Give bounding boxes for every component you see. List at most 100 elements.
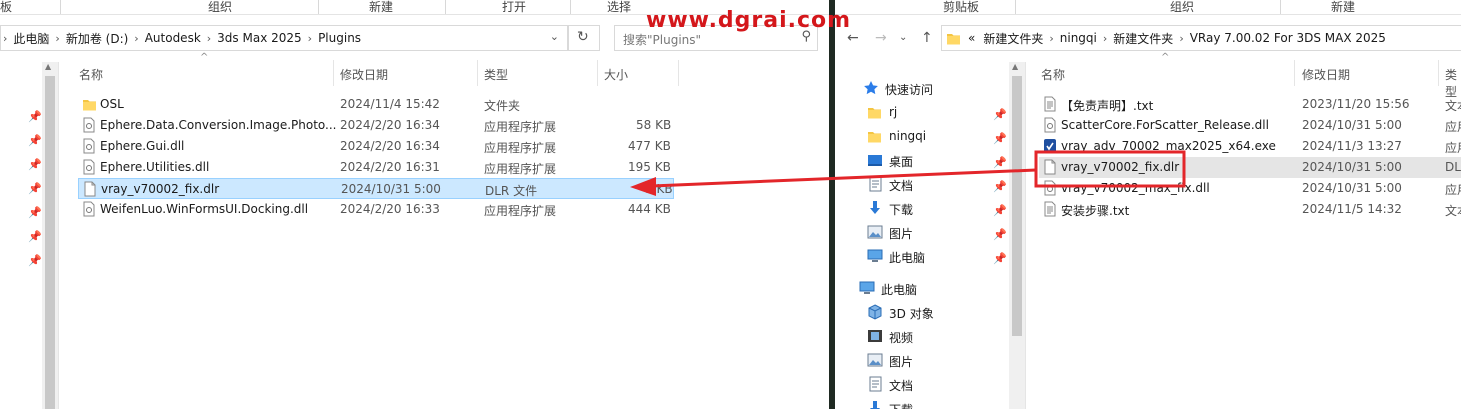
file-date: 2024/2/20 16:34 — [340, 118, 440, 132]
video-icon — [867, 328, 883, 344]
table-row[interactable]: WeifenLuo.WinFormsUI.Docking.dll 2024/2/… — [78, 199, 674, 220]
ribbon-clipboard-label[interactable]: 剪贴板 — [943, 0, 979, 15]
ribbon-organize-label[interactable]: 组织 — [1170, 0, 1194, 15]
ribbon-new-label[interactable]: 新建 — [1331, 0, 1355, 15]
breadcrumb-drive-d[interactable]: 新加卷 (D:) — [62, 30, 132, 47]
breadcrumb-3dsmax[interactable]: 3ds Max 2025 — [213, 31, 305, 45]
file-name: vray_v70002_max_fix.dll — [1061, 181, 1210, 195]
table-row[interactable]: vray_v70002_max_fix.dll 2024/10/31 5:00 … — [1039, 178, 1461, 199]
file-name: vray_adv_70002_max2025_x64.exe — [1061, 139, 1276, 153]
breadcrumb-vray[interactable]: VRay 7.00.02 For 3DS MAX 2025 — [1186, 31, 1390, 45]
pin-icon[interactable]: 📌 — [993, 108, 1007, 121]
dll-file-icon — [82, 201, 96, 217]
chevron-down-icon[interactable]: ⌄ — [899, 32, 907, 43]
chevron-down-icon[interactable]: ⌄ — [550, 30, 559, 43]
right-ribbon: 剪贴板 组织 新建 — [835, 0, 1461, 15]
pin-icon[interactable]: 📌 — [993, 180, 1007, 193]
scroll-up-icon[interactable]: ▲ — [1012, 62, 1018, 71]
file-type: 文本 — [1445, 204, 1461, 218]
scroll-thumb[interactable] — [45, 76, 55, 409]
ribbon-open-label[interactable]: 打开 — [502, 0, 526, 15]
pin-icon[interactable]: 📌 — [28, 182, 42, 195]
chevron-right-icon[interactable]: › — [1, 32, 9, 45]
column-header-name[interactable]: 名称 — [79, 66, 103, 83]
ribbon-organize-label[interactable]: 组织 — [208, 0, 232, 15]
column-header-size[interactable]: 大小 — [604, 66, 628, 83]
chevron-right-icon[interactable]: › — [53, 32, 61, 45]
table-row[interactable]: vray_adv_70002_max2025_x64.exe 2024/11/3… — [1039, 136, 1461, 157]
file-name: 安装步骤.txt — [1061, 204, 1130, 218]
breadcrumb-ningqi[interactable]: ningqi — [1056, 31, 1101, 45]
right-nav-scrollbar[interactable]: ▲ — [1009, 62, 1025, 409]
forward-arrow-icon[interactable]: → — [875, 30, 887, 46]
file-size: 444 KB — [628, 202, 671, 216]
refresh-button[interactable]: ↻ — [568, 25, 600, 51]
computer-icon — [867, 248, 883, 264]
file-date: 2024/11/4 15:42 — [340, 97, 440, 111]
breadcrumb-folder-1[interactable]: 新建文件夹 — [979, 30, 1047, 47]
chevron-right-icon[interactable]: › — [205, 32, 213, 45]
pin-icon[interactable]: 📌 — [28, 230, 42, 243]
pin-icon[interactable]: 📌 — [993, 228, 1007, 241]
scroll-thumb[interactable] — [1012, 76, 1022, 336]
chevron-right-icon[interactable]: › — [1047, 32, 1055, 45]
file-type: 文件夹 — [484, 99, 521, 113]
chevron-right-icon[interactable]: › — [1177, 32, 1185, 45]
scroll-up-icon[interactable]: ▲ — [45, 62, 51, 71]
sort-ascending-icon: ^ — [200, 52, 209, 63]
breadcrumb-autodesk[interactable]: Autodesk — [141, 31, 205, 45]
dll-file-icon — [82, 159, 96, 175]
file-type: 应用程序扩展 — [484, 204, 557, 218]
table-row[interactable]: 【免责声明】.txt 2023/11/20 15:56 文本 — [1039, 94, 1461, 115]
table-row-selected[interactable]: vray_v70002_fix.dlr 2024/10/31 5:00 DLR … — [78, 178, 674, 199]
chevron-right-icon[interactable]: › — [1101, 32, 1109, 45]
text-file-icon — [1043, 201, 1057, 217]
column-header-name[interactable]: 名称 — [1041, 66, 1065, 83]
pin-icon[interactable]: 📌 — [993, 156, 1007, 169]
file-date: 2024/10/31 5:00 — [1302, 181, 1402, 195]
table-row[interactable]: ScatterCore.ForScatter_Release.dll 2024/… — [1039, 115, 1461, 136]
left-address-bar[interactable]: › 此电脑 › 新加卷 (D:) › Autodesk › 3ds Max 20… — [0, 25, 568, 51]
table-row[interactable]: Ephere.Gui.dll 2024/2/20 16:34 应用程序扩展 47… — [78, 136, 674, 157]
table-row[interactable]: Ephere.Utilities.dll 2024/2/20 16:31 应用程… — [78, 157, 674, 178]
breadcrumb-folder-2[interactable]: 新建文件夹 — [1109, 30, 1177, 47]
table-row-highlighted[interactable]: vray_v70002_fix.dlr 2024/10/31 5:00 DL — [1039, 157, 1461, 178]
pin-icon[interactable]: 📌 — [28, 254, 42, 267]
table-row[interactable]: 安装步骤.txt 2024/11/5 14:32 文本 — [1039, 199, 1461, 220]
dll-file-icon — [1043, 180, 1057, 196]
column-header-date[interactable]: 修改日期 — [340, 66, 388, 83]
file-type: 应用 — [1445, 120, 1461, 134]
file-date: 2024/10/31 5:00 — [1302, 118, 1402, 132]
table-row[interactable]: Ephere.Data.Conversion.Image.Photo... 20… — [78, 115, 674, 136]
column-header-date[interactable]: 修改日期 — [1302, 66, 1350, 83]
star-icon — [863, 80, 879, 96]
pin-icon[interactable]: 📌 — [993, 204, 1007, 217]
table-row[interactable]: OSL 2024/11/4 15:42 文件夹 — [78, 94, 674, 115]
left-nav-scrollbar[interactable]: ▲ — [42, 62, 58, 409]
pin-icon[interactable]: 📌 — [993, 252, 1007, 265]
breadcrumb-this-pc[interactable]: 此电脑 — [9, 30, 53, 47]
breadcrumb-overflow[interactable]: « — [964, 31, 979, 45]
up-arrow-icon[interactable]: ↑ — [921, 30, 933, 46]
chevron-right-icon[interactable]: › — [132, 32, 140, 45]
ribbon-clipboard-label[interactable]: 板 — [0, 0, 12, 15]
desktop-icon — [867, 152, 883, 168]
pin-icon[interactable]: 📌 — [993, 132, 1007, 145]
right-address-bar[interactable]: « 新建文件夹 › ningqi › 新建文件夹 › VRay 7.00.02 … — [941, 25, 1461, 51]
right-explorer-window: 剪贴板 组织 新建 ← → ⌄ ↑ « 新建文件夹 › ningqi › 新建文… — [835, 0, 1461, 409]
file-name: Ephere.Data.Conversion.Image.Photo... — [100, 118, 337, 132]
file-date: 2024/11/5 14:32 — [1302, 202, 1402, 216]
file-date: 2024/10/31 5:00 — [1302, 160, 1402, 174]
pin-icon[interactable]: 📌 — [28, 110, 42, 123]
ribbon-select-label[interactable]: 选择 — [607, 0, 631, 15]
pin-icon[interactable]: 📌 — [28, 158, 42, 171]
column-header-type[interactable]: 类型 — [484, 66, 508, 83]
ribbon-new-label[interactable]: 新建 — [369, 0, 393, 15]
folder-icon — [867, 128, 883, 144]
file-name: WeifenLuo.WinFormsUI.Docking.dll — [100, 202, 309, 216]
pin-icon[interactable]: 📌 — [28, 206, 42, 219]
file-type: 应用程序扩展 — [484, 141, 557, 155]
chevron-right-icon[interactable]: › — [306, 32, 314, 45]
pin-icon[interactable]: 📌 — [28, 134, 42, 147]
breadcrumb-plugins[interactable]: Plugins — [314, 31, 365, 45]
